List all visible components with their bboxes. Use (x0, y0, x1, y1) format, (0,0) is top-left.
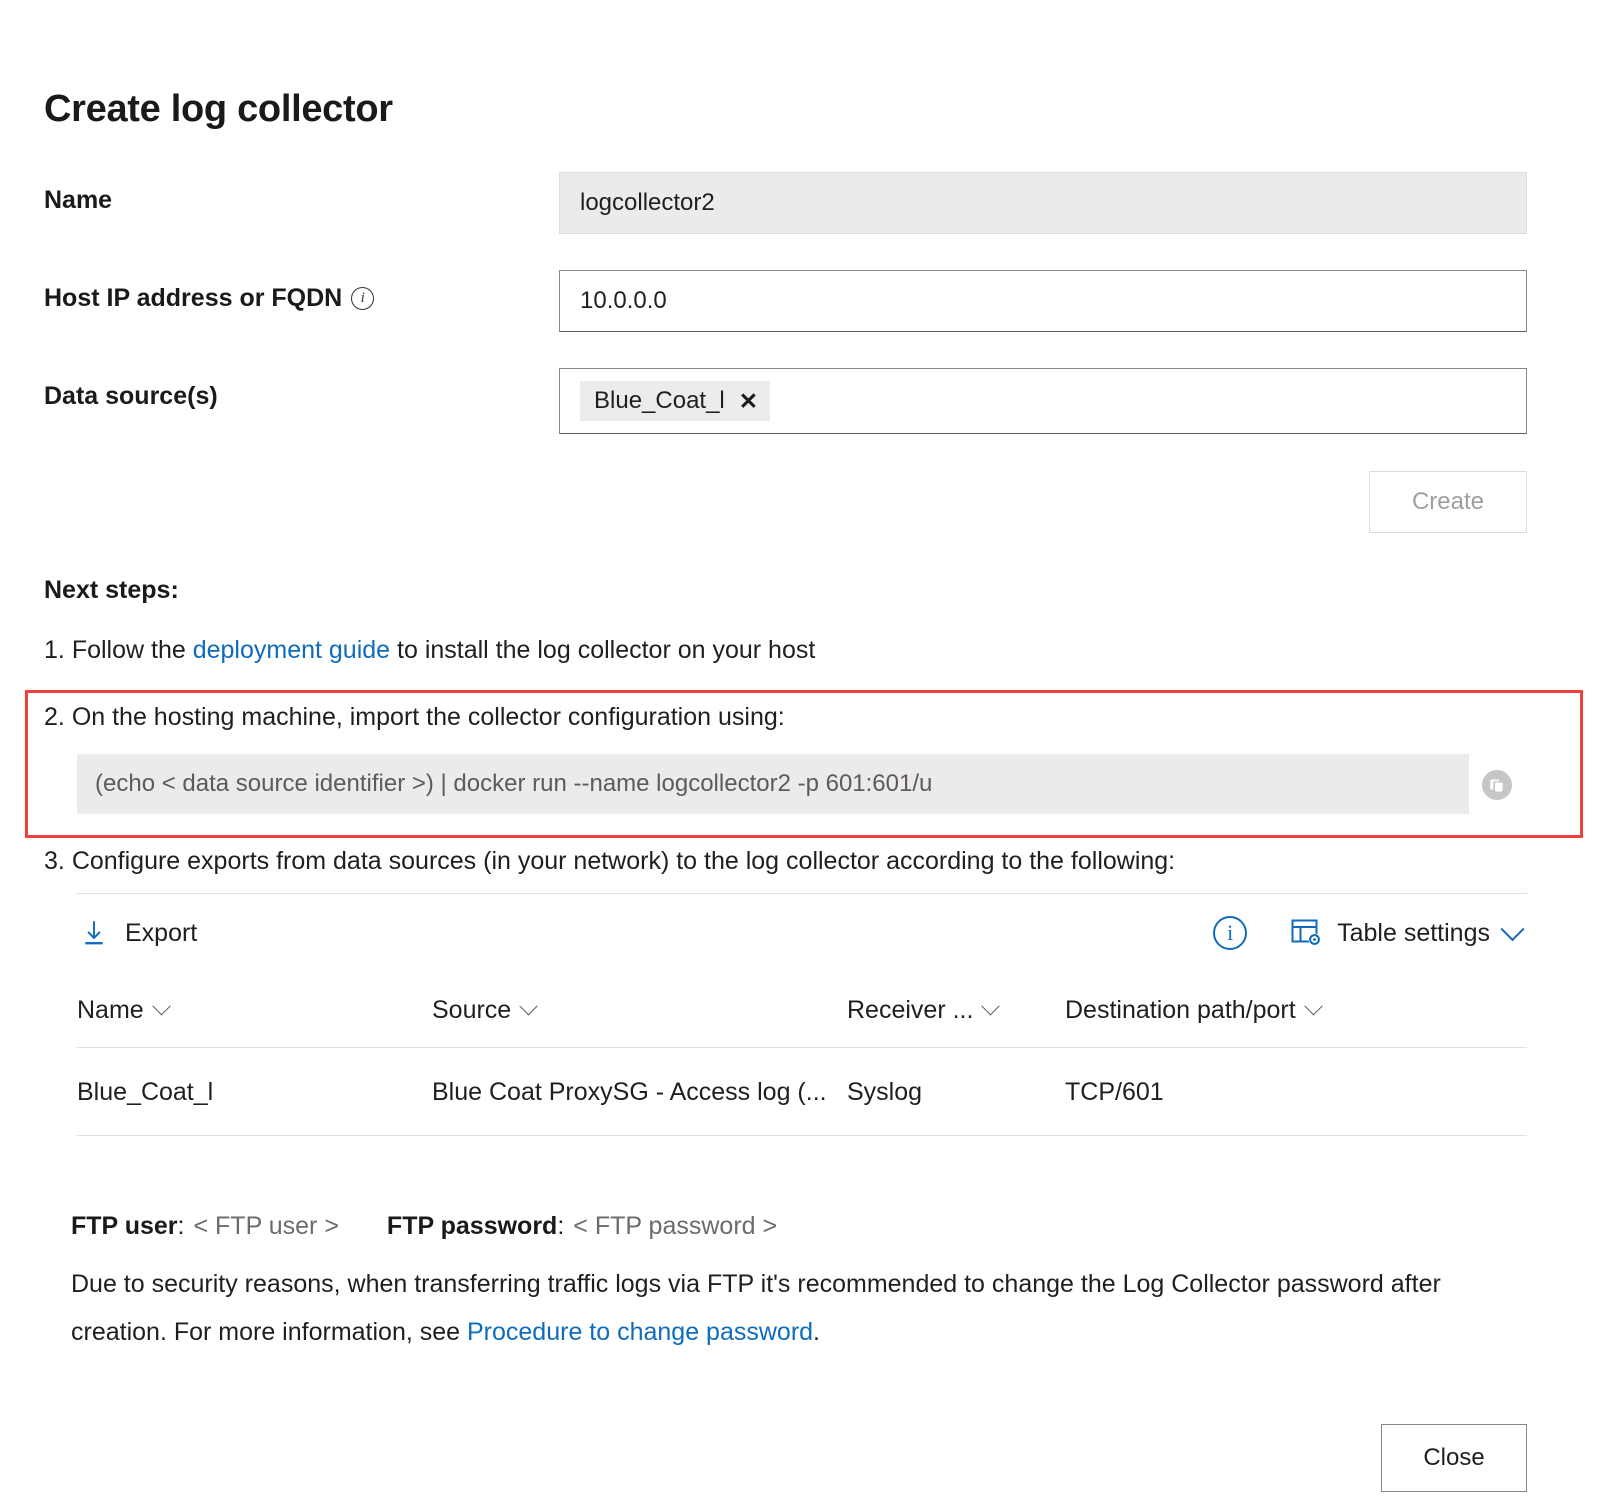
table-settings-label: Table settings (1337, 919, 1490, 948)
datasources-input[interactable]: Blue_Coat_l ✕ (559, 368, 1527, 434)
security-note-line2-after: . (813, 1318, 820, 1346)
download-icon (81, 919, 107, 947)
create-button[interactable]: Create (1369, 471, 1527, 533)
form-row-name: Name logcollector2 (0, 172, 1611, 234)
exports-table-block: Export i Table settings (77, 893, 1527, 1136)
security-note: Due to security reasons, when transferri… (71, 1260, 1541, 1356)
step-1-number: 1. (44, 636, 65, 664)
cell-receiver: Syslog (847, 1048, 1065, 1136)
step-2-text: On the hosting machine, import the colle… (72, 703, 785, 731)
collector-command-value: (echo < data source identifier >) | dock… (95, 770, 932, 798)
step-1-text-after: to install the log collector on your hos… (390, 636, 815, 664)
table-header: Name Source Receiver ... (77, 972, 1527, 1048)
column-header-destination[interactable]: Destination path/port (1065, 972, 1527, 1048)
create-log-collector-dialog: Create log collector Name logcollector2 … (0, 0, 1611, 1504)
page-title: Create log collector (44, 88, 393, 131)
ftp-user-colon: : (178, 1212, 185, 1241)
table-header-row: Name Source Receiver ... (77, 972, 1527, 1048)
table-body: Blue_Coat_l Blue Coat ProxySG - Access l… (77, 1048, 1527, 1136)
info-icon[interactable]: i (1213, 916, 1247, 950)
cell-destination: TCP/601 (1065, 1048, 1527, 1136)
step-3-text: Configure exports from data sources (in … (72, 847, 1175, 875)
security-note-line1: Due to security reasons, when transferri… (71, 1270, 1384, 1298)
column-header-destination-label: Destination path/port (1065, 996, 1296, 1025)
cell-name: Blue_Coat_l (77, 1048, 432, 1136)
name-input[interactable]: logcollector2 (559, 172, 1527, 234)
close-icon[interactable]: ✕ (739, 390, 758, 413)
table-toolbar: Export i Table settings (77, 894, 1527, 972)
exports-table: Name Source Receiver ... (77, 972, 1527, 1136)
host-input[interactable]: 10.0.0.0 (559, 270, 1527, 332)
collector-command-input[interactable]: (echo < data source identifier >) | dock… (77, 754, 1469, 814)
datasource-token[interactable]: Blue_Coat_l ✕ (580, 381, 770, 421)
change-password-link[interactable]: Procedure to change password (467, 1318, 813, 1346)
step-3-number: 3. (44, 847, 65, 875)
column-header-source-label: Source (432, 996, 511, 1025)
next-steps-heading: Next steps: (44, 576, 179, 605)
table-settings-icon (1291, 918, 1323, 948)
datasources-label: Data source(s) (44, 382, 218, 411)
host-input-value: 10.0.0.0 (580, 287, 667, 315)
export-button[interactable]: Export (81, 919, 197, 948)
step-2-number: 2. (44, 703, 65, 731)
close-button[interactable]: Close (1381, 1424, 1527, 1492)
info-icon[interactable]: i (351, 287, 374, 310)
step-1-text-before: Follow the (72, 636, 193, 664)
toolbar-left-group: Export (81, 919, 197, 948)
column-header-name-label: Name (77, 996, 144, 1025)
table-settings-button[interactable]: Table settings (1291, 918, 1521, 948)
ftp-user-label: FTP user (71, 1212, 178, 1241)
host-label-text: Host IP address or FQDN (44, 284, 342, 313)
deployment-guide-link[interactable]: deployment guide (193, 636, 390, 664)
table-row[interactable]: Blue_Coat_l Blue Coat ProxySG - Access l… (77, 1048, 1527, 1136)
column-header-receiver[interactable]: Receiver ... (847, 972, 1065, 1048)
ftp-credentials: FTP user: < FTP user > FTP password: < FTP… (71, 1212, 777, 1241)
copy-icon[interactable] (1482, 770, 1512, 800)
name-input-value: logcollector2 (580, 189, 715, 217)
datasource-token-label: Blue_Coat_l (594, 387, 725, 415)
column-header-source[interactable]: Source (432, 972, 847, 1048)
host-label: Host IP address or FQDN i (44, 284, 374, 313)
chevron-down-icon[interactable] (520, 997, 538, 1015)
form-row-datasources: Data source(s) Blue_Coat_l ✕ (0, 368, 1611, 430)
chevron-down-icon[interactable] (1304, 997, 1322, 1015)
chevron-down-icon[interactable] (152, 997, 170, 1015)
export-label: Export (125, 919, 197, 948)
column-header-receiver-label: Receiver ... (847, 996, 973, 1025)
cell-source: Blue Coat ProxySG - Access log (... (432, 1048, 847, 1136)
next-step-2: 2. On the hosting machine, import the co… (44, 703, 785, 732)
column-header-name[interactable]: Name (77, 972, 432, 1048)
ftp-password-label: FTP password (387, 1212, 557, 1241)
chevron-down-icon[interactable] (982, 997, 1000, 1015)
next-step-3: 3. Configure exports from data sources (… (44, 847, 1175, 876)
name-label: Name (44, 186, 112, 215)
next-step-1: 1. Follow the deployment guide to instal… (44, 636, 815, 665)
toolbar-right-group: i Table settings (1213, 916, 1521, 950)
form-row-host: Host IP address or FQDN i 10.0.0.0 (0, 270, 1611, 332)
chevron-down-icon[interactable] (1500, 917, 1524, 941)
ftp-user-value: < FTP user > (193, 1212, 338, 1241)
ftp-password-colon: : (557, 1212, 564, 1241)
ftp-password-value: < FTP password > (573, 1212, 777, 1241)
